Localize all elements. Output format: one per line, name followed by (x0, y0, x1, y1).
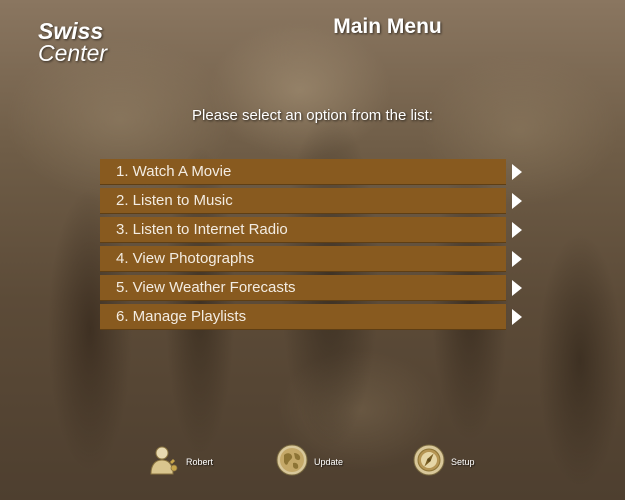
menu-item-label: 3. Listen to Internet Radio (116, 221, 288, 238)
logo-line-2: Center (38, 40, 108, 66)
menu-item-label: 6. Manage Playlists (116, 308, 247, 325)
user-icon (150, 446, 178, 475)
menu-item-listen-music[interactable]: 2. Listen to Music (100, 188, 530, 214)
menu-item-internet-radio[interactable]: 3. Listen to Internet Radio (100, 217, 530, 243)
user-label: Robert (186, 457, 214, 467)
menu-item-view-photographs[interactable]: 4. View Photographs (100, 246, 530, 272)
menu-item-weather-forecasts[interactable]: 5. View Weather Forecasts (100, 275, 530, 301)
menu-item-label: 4. View Photographs (116, 250, 255, 267)
update-label: Update (314, 457, 344, 467)
arrow-right-icon[interactable] (512, 164, 522, 180)
compass-icon (413, 444, 445, 476)
main-menu: 1. Watch A Movie 2. Listen to Music 3. L… (100, 159, 530, 333)
menu-item-label: 2. Listen to Music (116, 192, 233, 209)
menu-item-manage-playlists[interactable]: 6. Manage Playlists (100, 304, 530, 330)
arrow-right-icon[interactable] (512, 309, 522, 325)
menu-item-label: 1. Watch A Movie (116, 163, 232, 180)
menu-item-label: 5. View Weather Forecasts (116, 279, 296, 296)
page-title: Main Menu (333, 15, 442, 38)
arrow-right-icon[interactable] (512, 193, 522, 209)
arrow-right-icon[interactable] (512, 251, 522, 267)
arrow-right-icon[interactable] (512, 280, 522, 296)
globe-icon (276, 444, 308, 476)
menu-item-watch-movie[interactable]: 1. Watch A Movie (100, 159, 530, 185)
arrow-right-icon[interactable] (512, 222, 522, 238)
setup-label: Setup (451, 457, 475, 467)
selection-prompt: Please select an option from the list: (192, 107, 433, 124)
